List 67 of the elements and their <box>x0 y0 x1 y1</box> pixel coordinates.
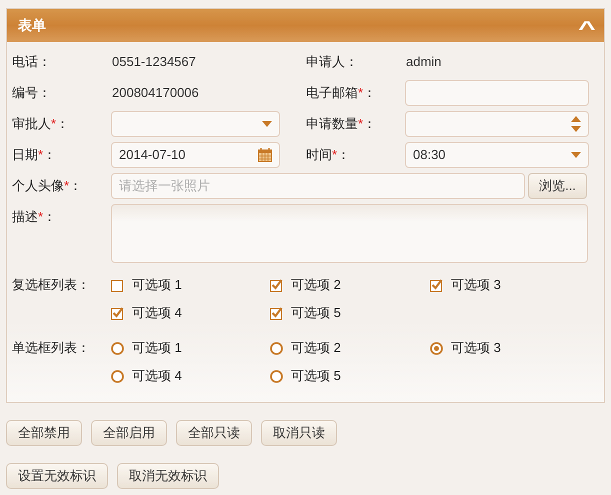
select-field[interactable] <box>111 110 280 136</box>
field-label: 描述 <box>12 208 38 226</box>
label-colon: ： <box>69 176 82 195</box>
required-mark: * <box>38 146 44 164</box>
field-label: 编号： <box>12 84 51 102</box>
radio-button[interactable] <box>270 342 283 354</box>
date-field[interactable]: 2014-07-10 <box>111 142 280 168</box>
action-button[interactable]: 取消只读 <box>261 420 337 446</box>
checkbox-label: 可选项 4 <box>132 304 182 322</box>
checkbox[interactable] <box>111 278 124 292</box>
field-label: 电话： <box>12 52 51 71</box>
required-mark: * <box>358 114 364 133</box>
label-colon: ： <box>363 84 376 102</box>
action-button[interactable]: 取消无效标识 <box>117 463 219 489</box>
label-colon: ： <box>43 146 56 164</box>
caret-icon <box>262 120 272 126</box>
checkbox-label: 可选项 2 <box>291 276 341 294</box>
radio-button[interactable] <box>111 370 124 382</box>
checkbox-label: 可选项 3 <box>451 276 501 294</box>
caret-icon <box>571 152 581 158</box>
field-label: 单选框列表： <box>12 339 91 358</box>
required-mark: * <box>64 176 70 195</box>
description-field[interactable] <box>111 204 588 263</box>
number-field[interactable] <box>405 110 589 136</box>
radio-label: 可选项 1 <box>132 339 182 358</box>
panel-title: 表单 <box>18 16 46 35</box>
radio-label: 可选项 4 <box>132 367 182 386</box>
field-value: admin <box>405 52 442 71</box>
action-button[interactable]: 全部启用 <box>91 420 167 446</box>
radio-button[interactable] <box>430 342 443 354</box>
radio-label: 可选项 5 <box>291 367 341 386</box>
spinner-icon <box>571 116 581 132</box>
radio-label: 可选项 3 <box>451 339 501 358</box>
checkbox[interactable] <box>430 278 443 292</box>
label-colon: ： <box>43 208 56 226</box>
action-button[interactable]: 全部禁用 <box>6 420 82 446</box>
label-colon: ： <box>337 146 350 164</box>
field-value: 0551-1234567 <box>111 52 197 71</box>
checkbox-label: 可选项 5 <box>291 304 341 322</box>
required-mark: * <box>38 208 44 226</box>
radio-label: 可选项 2 <box>291 339 341 358</box>
required-mark: * <box>332 146 338 164</box>
checkbox-label: 可选项 1 <box>132 276 182 294</box>
field-label: 申请数量 <box>306 114 358 133</box>
calendar-icon <box>258 148 272 162</box>
field-value: 200804170006 <box>111 84 200 102</box>
input-field[interactable] <box>405 80 589 106</box>
field-label: 复选框列表： <box>12 276 91 294</box>
action-button[interactable]: 全部只读 <box>176 420 252 446</box>
required-mark: * <box>51 114 56 133</box>
field-label: 审批人 <box>12 114 51 133</box>
action-button[interactable]: 设置无效标识 <box>6 463 108 489</box>
field-label: 时间 <box>306 146 332 164</box>
field-label: 日期 <box>12 146 38 164</box>
checkbox[interactable] <box>270 306 283 320</box>
field-label: 个人头像 <box>12 176 64 195</box>
checkbox[interactable] <box>111 306 124 320</box>
radio-button[interactable] <box>270 370 283 382</box>
field-label: 申请人： <box>306 52 358 71</box>
radio-button[interactable] <box>111 342 124 354</box>
select-field[interactable]: 08:30 <box>405 142 589 168</box>
required-mark: * <box>358 84 364 102</box>
checkbox[interactable] <box>270 278 283 292</box>
label-colon: ： <box>363 114 376 133</box>
browse-button[interactable]: 浏览... <box>528 172 587 198</box>
label-colon: ： <box>56 114 70 133</box>
field-label: 电子邮箱 <box>306 84 358 102</box>
